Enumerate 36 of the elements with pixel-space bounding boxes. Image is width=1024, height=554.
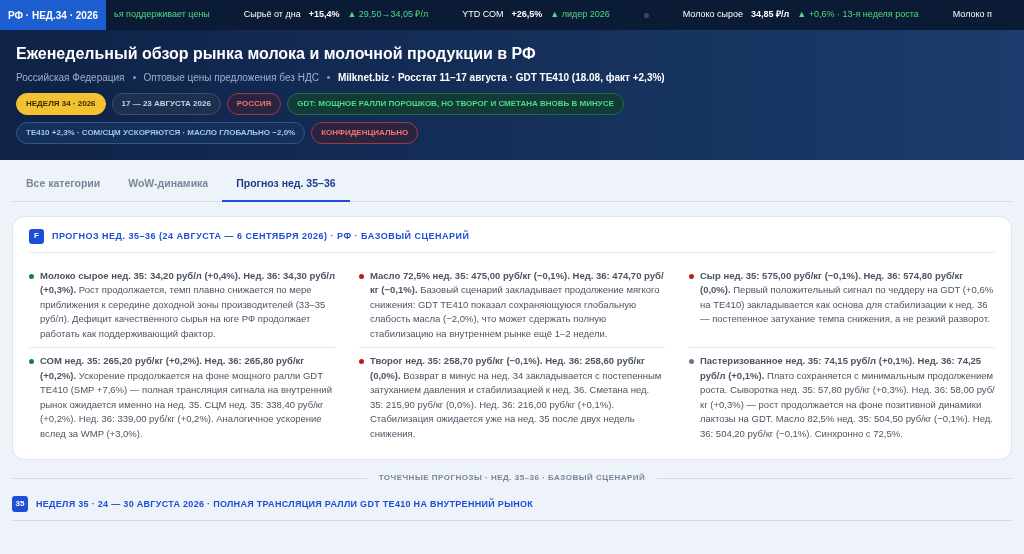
ticker-value: 34,85 ₽/л: [751, 8, 790, 22]
ticker-text: ья поддерживает цены: [114, 8, 210, 22]
meta-text: Milknet.biz · Росстат 11–17 августа · GDT TE410 (18.08, факт +2,3%): [337, 71, 665, 85]
ticker-change: ▲ 29,50→34,05 ₽/л: [347, 8, 429, 22]
ticker-value: +15,4%: [308, 8, 340, 22]
tab[interactable]: Прогноз нед. 35–36: [222, 176, 350, 202]
forecast-icon: F: [29, 228, 44, 244]
ticker-label: YTD СОМ: [462, 8, 504, 22]
forecast-text: Молоко сырое нед. 35: 34,20 руб/л (+0,4%). Нед. 36: 34,30 руб/л (+0,3%). Рост продолжается, темп плавно снижается по мере приближения к середине доходной зоны производителей (33–35 руб/л). Дефицит качественного сырья на юге РФ продолжает работать как поддерживающий фактор.: [40, 268, 335, 341]
forecast-title: ПРОГНОЗ НЕД. 35–36 (24 АВГУСТА — 6 СЕНТЯБРЯ 2026) · РФ · БАЗОВЫЙ СЦЕНАРИЙ: [52, 229, 470, 243]
forecast-text: СОМ нед. 35: 265,20 руб/кг (+0,2%). Нед. 36: 265,80 руб/кг (+0,2%). Ускорение продолжается на фоне мощного ралли GDT TE410 (SMP +7,6%) — полная трансляция сигнала на внутренний рынок ожидается именно на нед. 35. СЦМ нед. 35: 338,40 руб/кг (+0,2%). Нед. 36: 339,00 руб/кг (+0,2%). Аналогичное ускорение вслед за WMP (+3,0%).: [40, 354, 333, 441]
tab[interactable]: Все категории: [12, 176, 115, 202]
tag: КОНФИДЕНЦИАЛЬНО: [311, 122, 419, 144]
tag: GDT: МОЩНОЕ РАЛЛИ ПОРОШКОВ, НО ТВОРОГ И СМЕТАНА ВНОВЬ В МИНУСЕ: [287, 93, 624, 115]
section-divider-label: ТОЧЕЧНЫЕ ПРОГНОЗЫ · НЕД. 35–36 · БАЗОВЫЙ СЦЕНАРИЙ: [378, 472, 646, 485]
ticker-label: Молоко п: [952, 8, 992, 22]
forecast-text: Творог нед. 35: 258,70 руб/кг (−0,1%). Нед. 36: 258,60 руб/кг (0,0%). Возврат в минус на нед. 34 закладывается с постепенным затуханием давления и стабилизацией к нед. 36. Сметана нед. 35: 215,90 руб/кг (0,0%). Нед. 36: 216,00 руб/кг (+0,1%). Стабилизация ожидается уже на нед. 35 после двух недель снижения.: [370, 354, 663, 441]
forecast-text: Масло 72,5% нед. 35: 475,00 руб/кг (−0,1%). Нед. 36: 474,70 руб/кг (−0,1%). Базовый сценарий закладывает продолжение мягкого снижения: GDT TE410 показал сохраняющуюся глобальную слабость масла (−2,0%), что может сдержать полную стабилизацию на внутреннем рынке ещё 1–2 недели.: [370, 268, 665, 341]
forecast-text: Сыр нед. 35: 575,00 руб/кг (−0,1%). Нед. 36: 574,80 руб/кг (0,0%). Первый положительный сигнал по чеддеру на GDT (+0,6% на TE410) закладывается как основа для стабилизации к нед. 36 — постепенное затухание темпа снижения, а не резкий разворот.: [700, 268, 995, 327]
week-title: НЕДЕЛЯ 35 · 24 — 30 АВГУСТА 2026 · ПОЛНАЯ ТРАНСЛЯЦИЯ РАЛЛИ GDT TE410 НА ВНУТРЕННИЙ РЫНОК: [36, 497, 534, 511]
week-number-badge: 35: [12, 496, 28, 513]
ticker-label: Сырьё от дна: [243, 8, 301, 22]
meta-text: Оптовые цены предложения без НДС: [143, 71, 319, 85]
page-title: Еженедельный обзор рынка молока и молочной продукции в РФ: [16, 44, 537, 64]
meta-text: Российская Федерация: [16, 71, 125, 85]
tag: 17 — 23 АВГУСТА 2026: [111, 93, 221, 115]
ticker-change: ▲ лидер 2026: [550, 8, 610, 22]
ticker-label: Молоко сырое: [682, 8, 744, 22]
week-badge: РФ · НЕД.34 · 2026: [0, 0, 106, 30]
tag: НЕДЕЛЯ 34 · 2026: [16, 93, 106, 115]
tag: РОССИЯ: [226, 93, 282, 115]
ticker-change: ▲ +0,6% · 13-я неделя роста: [797, 8, 919, 22]
tag: TE410 +2,3% · СОМ/СЦМ УСКОРЯЮТСЯ · МАСЛО ГЛОБАЛЬНО −2,0%: [16, 122, 306, 144]
ticker-value: +26,5%: [511, 8, 543, 22]
tab[interactable]: WoW-динамика: [114, 176, 223, 202]
forecast-text: Пастеризованное нед. 35: 74,15 руб/л (+0,1%). Нед. 36: 74,25 руб/л (+0,1%). Плато сохраняется с минимальным продолжением роста. Сыворотка нед. 35: 57,80 руб/кг (+0,3%). Нед. 36: 58,00 руб/кг (+0,3%) — рост продолжается на фоне позитивной динамики лактозы на GDT. Масло 82,5% нед. 35: 504,50 руб/кг (−0,1%). Нед. 36: 504,20 руб/кг (−0,1%). Синхронно с 72,5%.: [700, 354, 995, 441]
